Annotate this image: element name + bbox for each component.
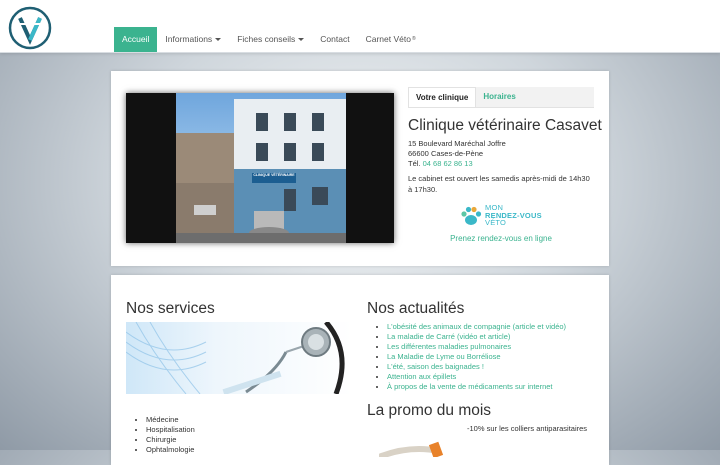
clinic-phone-line: Tél. 04 68 62 86 13 [408, 159, 473, 168]
news-list: L'obésité des animaux de compagnie (arti… [387, 322, 566, 392]
clinic-panel: CLINIQUE VÉTÉRINAIRE Votre clinique Hora… [111, 71, 609, 266]
promo-title: La promo du mois [367, 402, 492, 419]
hours-note: Le cabinet est ouvert les samedis après-… [408, 174, 590, 194]
nav-carnet-label: Carnet Véto [365, 34, 411, 44]
news-link[interactable]: L'obésité des animaux de compagnie (arti… [387, 322, 566, 332]
news-link[interactable]: La maladie de Carré (vidéo et article) [387, 332, 566, 342]
nav-carnet-veto[interactable]: Carnet Véto ® [358, 27, 424, 52]
list-item: Ophtalmologie [146, 445, 195, 455]
top-navbar: Accueil Informations Fiches conseils Con… [0, 0, 720, 53]
registered-mark: ® [411, 36, 416, 42]
clinic-building-image: CLINIQUE VÉTÉRINAIRE [176, 93, 346, 243]
nav-accueil-label: Accueil [122, 34, 150, 44]
chevron-down-icon [215, 38, 222, 41]
content-panel: Nos services Médecine Hospitalisation Ch… [111, 275, 609, 465]
news-title: Nos actualités [367, 300, 465, 317]
tab-horaires[interactable]: Horaires [476, 87, 594, 107]
nav-accueil[interactable]: Accueil [114, 27, 158, 52]
nav-informations-label: Informations [165, 34, 213, 44]
nav-fiches-conseils[interactable]: Fiches conseils [229, 27, 312, 52]
clinic-photo: CLINIQUE VÉTÉRINAIRE [126, 93, 394, 243]
nav-contact[interactable]: Contact [312, 27, 357, 52]
stethoscope-image [126, 322, 352, 394]
clinic-logo[interactable] [8, 6, 52, 50]
nav-fiches-label: Fiches conseils [237, 34, 296, 44]
chevron-down-icon [298, 38, 305, 41]
main-nav: Accueil Informations Fiches conseils Con… [114, 27, 424, 52]
list-item: Hospitalisation [146, 425, 195, 435]
tab-votre-clinique[interactable]: Votre clinique [408, 87, 477, 107]
clinic-address-street: 15 Boulevard Maréchal Joffre [408, 139, 506, 148]
services-title: Nos services [126, 300, 215, 317]
clinic-tabs: Votre clinique Horaires [408, 87, 594, 108]
phone-link[interactable]: 04 68 62 86 13 [423, 159, 473, 168]
rdv-online-link[interactable]: Prenez rendez-vous en ligne [408, 234, 594, 243]
rdv-logo-text: MON RENDEZ-VOUS VÉTO [485, 204, 542, 227]
nav-contact-label: Contact [320, 34, 350, 44]
promo-product-image [379, 437, 469, 457]
list-item: Médecine [146, 415, 195, 425]
list-item: Chirurgie [146, 435, 195, 445]
phone-prefix: Tél. [408, 159, 423, 168]
rdv-logo-line3: VÉTO [485, 218, 507, 227]
rdv-veto-logo[interactable]: MON RENDEZ-VOUS VÉTO [460, 204, 550, 228]
news-link[interactable]: L'été, saison des baignades ! [387, 362, 566, 372]
clinic-name: Clinique vétérinaire Casavet [408, 117, 602, 134]
nav-informations[interactable]: Informations [157, 27, 229, 52]
services-list: Médecine Hospitalisation Chirurgie Ophta… [146, 415, 195, 455]
news-link[interactable]: À propos de la vente de médicaments sur … [387, 382, 566, 392]
news-link[interactable]: Attention aux épillets [387, 372, 566, 382]
clinic-address-city: 66600 Cases-de-Pène [408, 149, 484, 158]
promo-text: -10% sur les colliers antiparasitaires [467, 424, 588, 433]
paw-icon [461, 206, 482, 225]
news-link[interactable]: La Maladie de Lyme ou Borréliose [387, 352, 566, 362]
clinic-photo-sign: CLINIQUE VÉTÉRINAIRE [253, 173, 295, 177]
news-link[interactable]: Les différentes maladies pulmonaires [387, 342, 566, 352]
